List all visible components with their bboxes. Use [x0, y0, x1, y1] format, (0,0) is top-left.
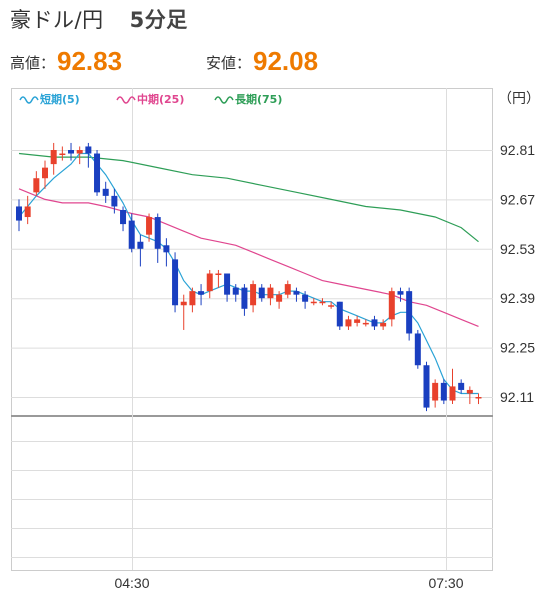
candle-body [198, 291, 205, 295]
candle [336, 301, 343, 330]
candle-body [215, 273, 222, 275]
candle-body [111, 195, 118, 207]
candle-body [250, 284, 257, 306]
candle-body [180, 301, 187, 306]
y-tick-label: 92.11 [500, 389, 534, 405]
header-title: 豪ドル/円 5分足 [10, 4, 188, 34]
candle-body [380, 322, 387, 327]
candle-body [432, 382, 439, 401]
unit-label: （円） [498, 90, 540, 106]
candle-body [146, 217, 153, 235]
candle-body [423, 365, 430, 408]
candle-body [76, 150, 83, 154]
candle [423, 361, 430, 412]
candle-body [440, 382, 447, 401]
candle-body [33, 178, 40, 193]
candle-body [42, 167, 49, 179]
candle-body [414, 333, 421, 366]
candle [94, 150, 101, 196]
y-tick-label: 92.53 [500, 241, 535, 257]
candle-body [293, 291, 300, 295]
candle-body [276, 294, 283, 302]
candle-body [102, 188, 109, 196]
high-price-label: 高値： [10, 54, 56, 72]
x-tick-label: 07:30 [428, 575, 463, 591]
legend: 短期(5) 中期(25) 長期(75) [19, 92, 282, 106]
y-tick-label: 92.25 [500, 340, 535, 356]
candle-body [345, 319, 352, 327]
candle-body [328, 305, 335, 307]
candle-body [371, 319, 378, 327]
candle-body [267, 287, 274, 299]
candle-body [172, 259, 179, 306]
currency-pair: 豪ドル/円 [10, 8, 104, 32]
candle-body [128, 220, 135, 249]
candle-body [189, 291, 196, 306]
candle [440, 379, 447, 405]
candle-body [50, 150, 57, 165]
legend-label: 短期(5) [40, 92, 80, 106]
candle-body [137, 241, 144, 249]
candle-body [68, 150, 75, 154]
candle-body [258, 287, 265, 299]
chart-interval: 5分足 [129, 8, 188, 32]
legend-label: 長期(75) [235, 92, 282, 106]
high-price-value: 92.83 [57, 46, 123, 76]
candle-body [241, 287, 248, 309]
candle-body [397, 291, 404, 295]
candle-body [154, 217, 161, 249]
candle [406, 287, 413, 341]
candle-body [163, 245, 170, 253]
candle-body [59, 153, 66, 156]
candle-body [362, 322, 369, 325]
candle-body [466, 389, 473, 394]
candle-body [388, 291, 395, 320]
y-tick-label: 92.67 [500, 191, 535, 207]
candle [172, 252, 179, 313]
candle-body [449, 386, 456, 401]
candle-body [16, 206, 22, 221]
candle-body [354, 319, 361, 323]
candle-body [206, 273, 213, 292]
low-price-value: 92.08 [253, 46, 319, 76]
candle-body [458, 382, 465, 390]
high-price: 高値：92.83 [10, 46, 122, 77]
candle-body [232, 287, 239, 295]
candle-body [406, 291, 413, 334]
candle-body [336, 301, 343, 327]
candle [414, 329, 421, 369]
y-tick-label: 92.39 [500, 290, 535, 306]
low-price-label: 安値： [206, 54, 252, 72]
candle-body [284, 284, 291, 295]
candle-body [24, 206, 31, 218]
candle-body [224, 273, 231, 295]
candle-body [120, 209, 127, 225]
candle-body [475, 397, 482, 399]
legend-label: 中期(25) [137, 92, 184, 106]
candle-body [94, 153, 101, 193]
x-axis: 04:30 07:30 [114, 575, 463, 591]
y-axis: 92.81 92.67 92.53 92.39 92.25 92.11 [500, 142, 535, 405]
low-price: 安値：92.08 [206, 46, 318, 77]
candle-body [319, 301, 326, 304]
price-chart: 92.81 92.67 92.53 92.39 92.25 92.11 04:30 07:3… [11, 88, 540, 591]
candle-body [302, 294, 309, 302]
y-tick-label: 92.81 [500, 142, 535, 158]
x-tick-label: 04:30 [114, 575, 149, 591]
candle-body [310, 301, 317, 304]
candle-body [85, 146, 92, 154]
chart-frame [11, 88, 493, 571]
